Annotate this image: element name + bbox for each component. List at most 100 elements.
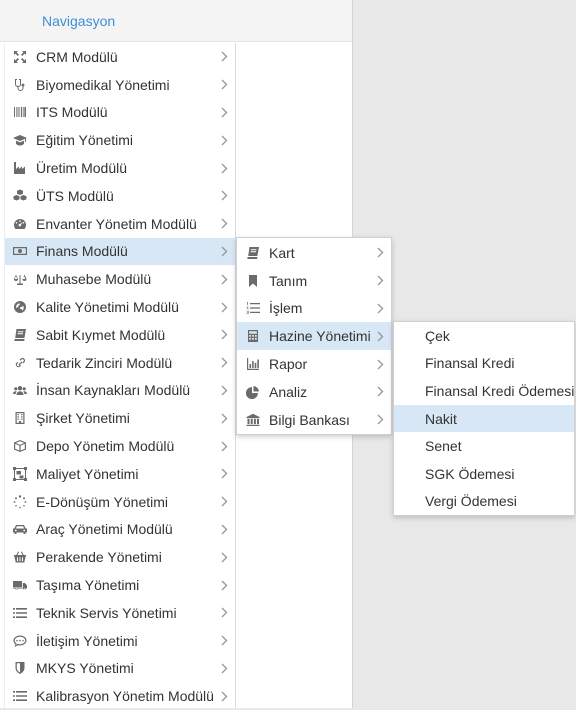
book-icon [13,328,27,342]
chevron-right-icon [375,385,385,399]
chevron-right-icon [219,634,229,648]
submenu-item-analiz[interactable]: Analiz [237,378,391,406]
menu-item-label: Maliyet Yönetimi [36,465,139,482]
chevron-right-icon [219,661,229,675]
finans-submenu: Kart Tanım İşlem Hazine Yönetimi Rapor Analiz… [236,237,392,435]
menu-item-sirket-yonetimi[interactable]: Şirket Yönetimi [5,404,235,432]
dashboard-icon [13,217,27,231]
hazine-item-finansal-kredi-odemesi[interactable]: Finansal Kredi Ödemesi [394,377,574,405]
menu-item-arac-yonetimi-modulu[interactable]: Araç Yönetimi Modülü [5,516,235,544]
chevron-right-icon [219,300,229,314]
menu-item-label: CRM Modülü [36,48,118,65]
submenu-item-label: Tanım [269,272,308,289]
chevron-right-icon [375,357,385,371]
menu-item-muhasebe-modulu[interactable]: Muhasebe Modülü [5,265,235,293]
menu-item-maliyet-yonetimi[interactable]: Maliyet Yönetimi [5,460,235,488]
hazine-item-label: Senet [425,438,462,455]
submenu-item-islem[interactable]: İşlem [237,295,391,323]
menu-item-label: Sabit Kıymet Modülü [36,326,166,343]
menu-item-label: Üretim Modülü [36,160,128,177]
submenu-item-bilgi-bankasi[interactable]: Bilgi Bankası [237,406,391,434]
submenu-item-label: Rapor [269,356,308,373]
chevron-right-icon [219,467,229,481]
hazine-item-sgk-odemesi[interactable]: SGK Ödemesi [394,460,574,488]
chevron-right-icon [219,550,229,564]
menu-item-crm-modulu[interactable]: CRM Modülü [5,43,235,71]
navigation-header: Navigasyon [0,0,352,42]
menu-item-perakende-yonetimi[interactable]: Perakende Yönetimi [5,543,235,571]
hazine-item-nakit[interactable]: Nakit [394,404,574,433]
submenu-item-label: Hazine Yönetimi [269,328,371,345]
menu-item-label: Tedarik Zinciri Modülü [36,354,173,371]
menu-item-insan-kaynaklari-modulu[interactable]: İnsan Kaynakları Modülü [5,377,235,405]
submenu-item-hazine-yonetimi[interactable]: Hazine Yönetimi [237,322,391,351]
book-icon [246,246,260,260]
chevron-right-icon [219,689,229,703]
menu-item-tasima-yonetimi[interactable]: Taşıma Yönetimi [5,571,235,599]
car-icon [13,522,27,536]
menu-item-label: İnsan Kaynakları Modülü [36,382,191,399]
building-icon [13,411,27,425]
submenu-item-rapor[interactable]: Rapor [237,350,391,378]
calculator-icon [246,329,260,343]
menu-item-label: Perakende Yönetimi [36,549,162,566]
chevron-right-icon [219,78,229,92]
menu-item-finans-modulu[interactable]: Finans Modülü [5,237,235,266]
chevron-right-icon [375,274,385,288]
menu-item-label: Biyomedikal Yönetimi [36,76,170,93]
menu-item-depo-yonetim-modulu[interactable]: Depo Yönetim Modülü [5,432,235,460]
menu-item-label: Şirket Yönetimi [36,410,130,427]
chevron-right-icon [219,578,229,592]
chevron-right-icon [219,272,229,286]
menu-item-kalibrasyon-yonetim-modulu[interactable]: Kalibrasyon Yönetim Modülü [5,682,235,710]
menu-item-label: E-Dönüşüm Yönetimi [36,493,169,510]
list-icon [13,689,27,703]
chevron-right-icon [219,522,229,536]
pie-chart-icon [246,385,260,399]
chevron-right-icon [219,495,229,509]
menu-item-sabit-kiymet-modulu[interactable]: Sabit Kıymet Modülü [5,321,235,349]
submenu-item-label: İşlem [269,300,303,317]
chevron-right-icon [375,329,385,343]
chevron-right-icon [375,301,385,315]
menu-item-iletisim-yonetimi[interactable]: İletişim Yönetimi [5,627,235,655]
menu-item-mkys-yonetimi[interactable]: MKYS Yönetimi [5,655,235,683]
chevron-right-icon [219,328,229,342]
menu-item-label: Finans Modülü [36,243,128,260]
shield-icon [13,661,27,675]
menu-item-envanter-yonetim-modulu[interactable]: Envanter Yönetim Modülü [5,210,235,238]
hazine-item-label: Nakit [425,410,457,427]
menu-item-teknik-servis-yonetimi[interactable]: Teknik Servis Yönetimi [5,599,235,627]
chevron-right-icon [219,50,229,64]
chevron-right-icon [219,244,229,258]
users-icon [13,383,27,397]
chevron-right-icon [219,356,229,370]
stethoscope-icon [13,78,27,92]
menu-item-label: Araç Yönetimi Modülü [36,521,173,538]
cubes-icon [13,189,27,203]
submenu-item-kart[interactable]: Kart [237,239,391,267]
factory-icon [13,161,27,175]
hazine-item-label: Vergi Ödemesi [425,493,517,510]
menu-item-e-donusum-yonetimi[interactable]: E-Dönüşüm Yönetimi [5,488,235,516]
chevron-right-icon [219,439,229,453]
submenu-item-label: Analiz [269,383,308,400]
hazine-item-vergi-odemesi[interactable]: Vergi Ödemesi [394,488,574,516]
bookmark-icon [246,274,260,288]
money-icon [13,244,27,258]
menu-item-uretim-modulu[interactable]: Üretim Modülü [5,154,235,182]
hazine-item-cek[interactable]: Çek [394,322,574,350]
hazine-item-finansal-kredi[interactable]: Finansal Kredi [394,350,574,378]
menu-item-tedarik-zinciri-modulu[interactable]: Tedarik Zinciri Modülü [5,349,235,377]
menu-item-biyomedikal-yonetimi[interactable]: Biyomedikal Yönetimi [5,71,235,99]
menu-item-uts-modulu[interactable]: ÜTS Modülü [5,182,235,210]
menu-item-label: Kalibrasyon Yönetim Modülü [36,688,214,705]
submenu-item-tanim[interactable]: Tanım [237,267,391,295]
cube-icon [13,439,27,453]
main-menu: CRM Modülü Biyomedikal Yönetimi ITS Modülü… [4,43,236,708]
menu-item-its-modulu[interactable]: ITS Modülü [5,99,235,127]
hazine-item-senet[interactable]: Senet [394,432,574,460]
menu-item-egitim-yonetimi[interactable]: Eğitim Yönetimi [5,126,235,154]
basket-icon [13,550,27,564]
menu-item-kalite-yonetimi-modulu[interactable]: Kalite Yönetimi Modülü [5,293,235,321]
